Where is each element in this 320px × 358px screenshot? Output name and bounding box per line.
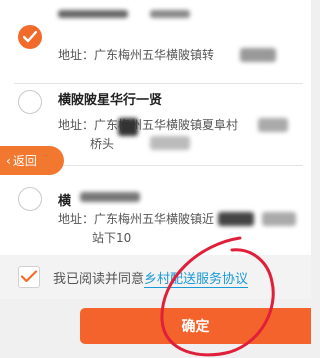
address-name: 横陂陂星华行一贤 — [58, 93, 163, 108]
radio-unchecked-icon[interactable] — [18, 187, 42, 211]
redacted-address — [218, 212, 254, 226]
address-text-line2: 站下10 — [92, 231, 132, 245]
radio-unchecked-icon[interactable] — [18, 90, 42, 114]
redacted-address — [118, 118, 138, 136]
redacted-address — [150, 136, 190, 150]
redacted-address — [258, 118, 288, 132]
address-text-line2: 桥头 — [90, 137, 115, 151]
address-item[interactable]: 横 地址：广东梅州五华横陂镇近 站下10 — [0, 166, 311, 255]
redacted-name — [150, 10, 190, 18]
address-list: 地址：广东梅州五华横陂镇转 横陂陂星华行一贤 地址：广东梅州五华横陂镇夏阜村 桥… — [0, 0, 311, 255]
back-button[interactable]: ‹ 返回 — [0, 146, 64, 175]
agreement-row: 我已阅读并同意乡村配送服务协议 — [0, 255, 311, 299]
chevron-left-icon: ‹ — [6, 153, 11, 168]
address-text: 地址：广东梅州五华横陂镇夏阜村 — [58, 118, 239, 132]
agreement-text: 我已阅读并同意乡村配送服务协议 — [53, 268, 249, 288]
confirm-button[interactable]: 确定 — [80, 308, 311, 344]
address-item[interactable]: 地址：广东梅州五华横陂镇转 — [0, 0, 311, 84]
confirm-label: 确定 — [181, 319, 210, 335]
address-text: 地址：广东梅州五华横陂镇近 — [58, 212, 215, 226]
back-label: 返回 — [12, 154, 37, 168]
address-name: 横 — [58, 194, 72, 209]
redacted-name — [58, 10, 128, 18]
radio-checked-icon[interactable] — [18, 25, 42, 49]
redacted-address — [262, 212, 296, 226]
service-agreement-link[interactable]: 乡村配送服务协议 — [144, 272, 249, 288]
agreement-prefix: 我已阅读并同意 — [53, 272, 145, 287]
redacted-name — [80, 192, 140, 202]
redacted-address — [240, 48, 276, 62]
agreement-checkbox[interactable] — [18, 266, 40, 288]
address-text: 地址：广东梅州五华横陂镇转 — [58, 48, 215, 62]
